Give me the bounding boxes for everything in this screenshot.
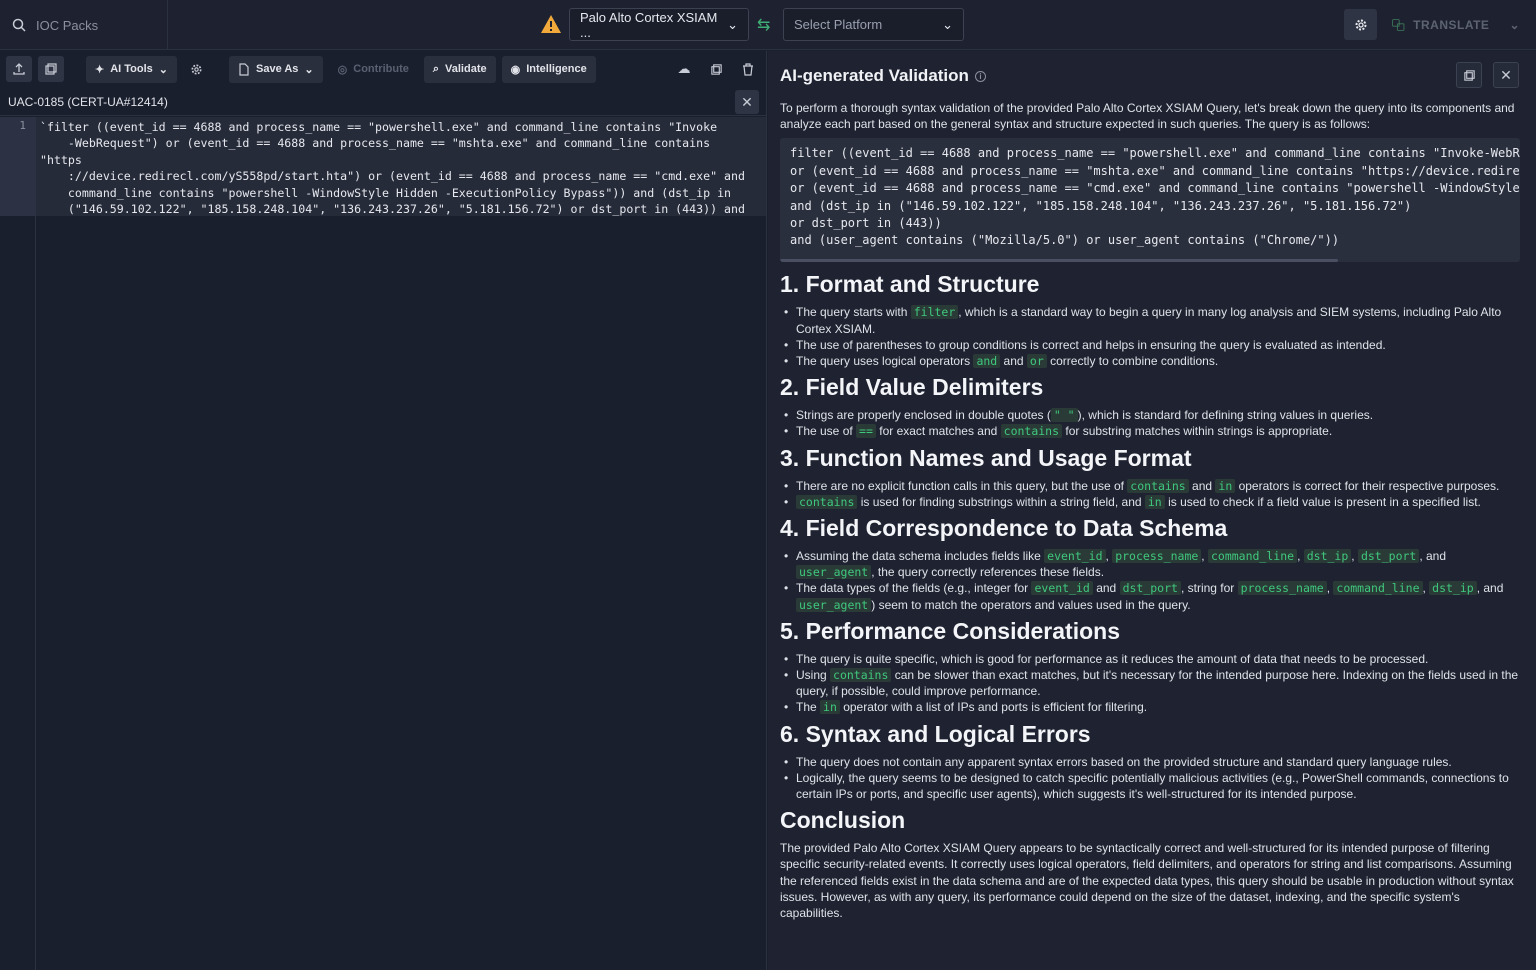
chevron-down-icon: ⌄: [1509, 17, 1520, 32]
validate-button[interactable]: ⌕ Validate: [423, 55, 496, 83]
list-item: The query does not contain any apparent …: [784, 754, 1520, 770]
cloud-upload-button[interactable]: ☁: [671, 56, 697, 82]
editor-settings-button[interactable]: [183, 56, 209, 82]
section-list: The query starts with filter, which is a…: [780, 304, 1520, 369]
list-item: Using contains can be slower than exact …: [784, 667, 1520, 699]
editor-panel: ✦ AI Tools ⌄ Save As ⌄ ◎ Contribute ⌕ Validat…: [0, 51, 767, 970]
intelligence-label: Intelligence: [526, 63, 587, 75]
upload-icon: [13, 63, 25, 75]
copy-icon: [1463, 69, 1475, 81]
horizontal-scrollbar[interactable]: [780, 259, 1338, 263]
list-item: The data types of the fields (e.g., inte…: [784, 580, 1520, 612]
section-list: The query is quite specific, which is go…: [780, 651, 1520, 716]
copy-icon: [45, 63, 57, 75]
warning-icon: [541, 15, 561, 33]
target-platform-select[interactable]: Select Platform ⌄: [783, 8, 964, 41]
section-list: There are no explicit function calls in …: [780, 478, 1520, 511]
upload-button[interactable]: [6, 56, 32, 82]
validation-title: AI-generated Validation i: [780, 66, 986, 86]
gear-icon: [191, 63, 202, 75]
swap-icon[interactable]: ⇆: [757, 15, 777, 35]
source-platform-value: Palo Alto Cortex XSIAM ...: [580, 9, 718, 40]
list-item: contains is used for finding substrings …: [784, 494, 1520, 510]
section-heading: 1. Format and Structure: [780, 271, 1040, 298]
contribute-button[interactable]: ◎ Contribute: [329, 56, 418, 83]
search-placeholder: IOC Packs: [36, 17, 99, 33]
list-item: The use of == for exact matches and cont…: [784, 423, 1520, 439]
close-icon: ✕: [1500, 66, 1512, 83]
gear-icon: [1355, 19, 1366, 30]
conclusion-text: The provided Palo Alto Cortex XSIAM Quer…: [780, 841, 1514, 921]
list-item: Assuming the data schema includes fields…: [784, 548, 1520, 580]
section-list: Strings are properly enclosed in double …: [780, 407, 1520, 440]
chevron-down-icon: ⌄: [942, 16, 953, 32]
code-editor[interactable]: `filter ((event_id == 4688 and process_n…: [36, 117, 766, 216]
intelligence-button[interactable]: ◉ Intelligence: [501, 55, 596, 83]
delete-button[interactable]: [735, 56, 761, 82]
intelligence-icon: ◉: [510, 63, 521, 76]
save-as-label: Save As: [256, 63, 299, 75]
query-block: filter ((event_id == 4688 and process_na…: [780, 138, 1520, 263]
list-item: Strings are properly enclosed in double …: [784, 407, 1520, 423]
sparkle-icon: ✦: [95, 63, 105, 76]
search-icon: [12, 18, 26, 32]
validation-body: To perform a thorough syntax validation …: [780, 100, 1520, 921]
top-bar: IOC Packs Palo Alto Cortex XSIAM ... ⌄ ⇆…: [0, 0, 1536, 50]
search-box[interactable]: IOC Packs: [0, 0, 168, 50]
ai-tools-button[interactable]: ✦ AI Tools ⌄: [86, 55, 178, 83]
file-tab: UAC-0185 (CERT-UA#12414) ✕: [0, 88, 767, 116]
section-heading: 5. Performance Considerations: [780, 617, 1120, 644]
save-as-button[interactable]: Save As ⌄: [229, 55, 323, 83]
list-item: The query is quite specific, which is go…: [784, 651, 1520, 667]
list-item: The query starts with filter, which is a…: [784, 304, 1520, 336]
conclusion-heading: Conclusion: [780, 807, 906, 834]
section-heading: 6. Syntax and Logical Errors: [780, 720, 1091, 747]
query-text: filter ((event_id == 4688 and process_na…: [790, 146, 1520, 248]
source-platform-select[interactable]: Palo Alto Cortex XSIAM ... ⌄: [569, 8, 749, 41]
intro-text: To perform a thorough syntax validation …: [780, 101, 1515, 132]
copy-validation-button[interactable]: [1456, 62, 1482, 88]
list-item: The query uses logical operators and and…: [784, 353, 1520, 369]
translate-icon: [1392, 18, 1405, 31]
copy-collection-button[interactable]: [38, 56, 64, 82]
validate-label: Validate: [445, 63, 487, 75]
close-file-button[interactable]: ✕: [735, 90, 759, 114]
translate-label: TRANSLATE: [1413, 17, 1490, 32]
cloud-icon: ☁: [677, 61, 691, 76]
line-gutter: 1: [0, 117, 36, 970]
close-icon: ✕: [741, 93, 753, 110]
list-item: Logically, the query seems to be designe…: [784, 770, 1520, 802]
settings-button[interactable]: [1344, 9, 1377, 40]
section-heading: 2. Field Value Delimiters: [780, 374, 1044, 401]
list-item: The use of parentheses to group conditio…: [784, 337, 1520, 353]
chevron-down-icon: ⌄: [304, 63, 314, 76]
translate-button[interactable]: TRANSLATE ⌄: [1386, 9, 1526, 40]
list-item: The in operator with a list of IPs and p…: [784, 699, 1520, 715]
copy-icon: [710, 63, 722, 75]
section-heading: 3. Function Names and Usage Format: [780, 444, 1192, 471]
section-list: Assuming the data schema includes fields…: [780, 548, 1520, 613]
duplicate-button[interactable]: [703, 56, 729, 82]
validation-panel: AI-generated Validation i ✕ To perform a …: [768, 51, 1536, 970]
ai-tools-label: AI Tools: [110, 63, 153, 75]
editor-toolbar: ✦ AI Tools ⌄ Save As ⌄ ◎ Contribute ⌕ Validat…: [0, 51, 767, 87]
file-icon: [239, 62, 249, 76]
target-platform-value: Select Platform: [794, 17, 883, 32]
close-validation-button[interactable]: ✕: [1493, 62, 1519, 88]
section-heading: 4. Field Correspondence to Data Schema: [780, 515, 1228, 542]
contribute-label: Contribute: [353, 63, 409, 75]
chevron-down-icon: ⌄: [727, 16, 738, 32]
contribute-icon: ◎: [337, 63, 348, 76]
info-icon[interactable]: i: [974, 71, 986, 83]
trash-icon: [743, 62, 753, 76]
chevron-down-icon: ⌄: [158, 63, 169, 76]
line-number: 1: [19, 119, 26, 132]
list-item: There are no explicit function calls in …: [784, 478, 1520, 494]
file-title: UAC-0185 (CERT-UA#12414): [8, 94, 168, 109]
validation-title-text: AI-generated Validation: [780, 66, 969, 85]
validate-icon: ⌕: [432, 62, 440, 75]
section-list: The query does not contain any apparent …: [780, 754, 1520, 803]
